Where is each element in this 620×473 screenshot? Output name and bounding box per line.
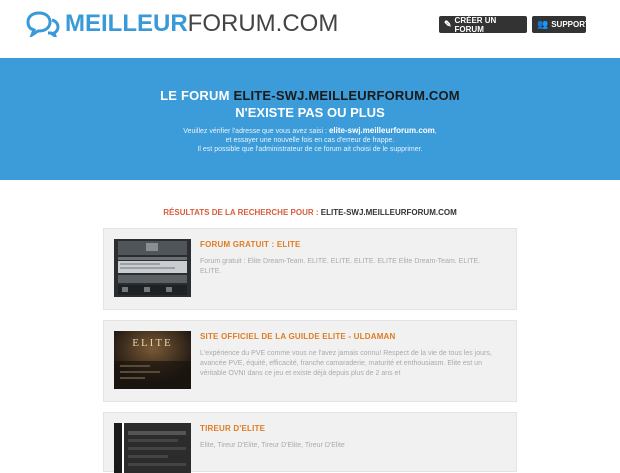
banner-title-prefix: LE FORUM (160, 88, 230, 103)
site-logo-text: MEILLEURFORUM.COM (65, 12, 338, 36)
error-banner: LE FORUM ELITE-SWJ.MEILLEURFORUM.COM N'E… (0, 58, 620, 180)
results-label: RÉSULTATS DE LA RECHERCHE POUR : (163, 208, 319, 217)
support-label: SUPPORT (551, 20, 590, 29)
create-forum-label: CRÉER UN FORUM (454, 15, 497, 34)
banner-message-line1: Veuillez vérifier l'adresse que vous ave… (0, 126, 620, 135)
banner-message-line3: Il est possible que l'administrateur de … (197, 146, 423, 153)
banner-msg-suffix: , (434, 128, 437, 135)
banner-title-line2: N'EXISTE PAS OU PLUS (235, 105, 385, 120)
result-title[interactable]: FORUM GRATUIT : ELITE (200, 240, 301, 249)
result-description: L'expérience du PVE comme vous ne l'avez… (200, 350, 492, 377)
results-query: ELITE-SWJ.MEILLEURFORUM.COM (320, 208, 457, 217)
result-card[interactable]: ELITE SITE OFFICIEL DE LA GUILDE ELITE -… (103, 320, 517, 402)
result-description: Elite, Tireur D'Elite, Tireur D'Elite, T… (200, 442, 345, 449)
results-heading: RÉSULTATS DE LA RECHERCHE POUR : ELITE-S… (0, 208, 620, 217)
site-header: MEILLEURFORUM.COM ✎ CRÉER UN FORUM 👥 SUP… (0, 0, 620, 58)
banner-msg-prefix: Veuillez vérifier l'adresse que vous ave… (183, 128, 328, 135)
logo-part-2: FORUM.COM (187, 10, 339, 37)
banner-msg-domain: elite-swj.meilleurforum.com (328, 126, 435, 135)
result-title[interactable]: SITE OFFICIEL DE LA GUILDE ELITE - ULDAM… (200, 332, 396, 341)
users-icon: 👥 (537, 19, 549, 29)
banner-title: LE FORUM ELITE-SWJ.MEILLEURFORUM.COM (0, 88, 620, 103)
banner-title-domain: ELITE-SWJ.MEILLEURFORUM.COM (233, 88, 460, 103)
speech-bubbles-icon (26, 11, 60, 37)
support-button[interactable]: 👥 SUPPORT (532, 16, 590, 33)
create-forum-button[interactable]: ✎ CRÉER UN FORUM (439, 15, 527, 34)
result-title[interactable]: TIREUR D'ELITE (200, 424, 265, 433)
site-logo[interactable]: MEILLEURFORUM.COM (26, 11, 338, 37)
result-card[interactable]: TIREUR D'ELITE Elite, Tireur D'Elite, Ti… (103, 412, 517, 473)
result-thumbnail[interactable] (114, 239, 191, 297)
banner-message-line2: et essayer une nouvelle fois en cas d'er… (225, 137, 395, 144)
result-thumbnail[interactable]: ELITE (114, 331, 191, 389)
thumbnail-logo-text: ELITE (132, 337, 173, 349)
logo-part-1: MEILLEUR (65, 10, 188, 37)
comment-icon: ✎ (444, 19, 452, 29)
result-description: Forum gratuit : Elite Dream-Team. ELITE.… (200, 258, 481, 275)
result-card[interactable]: FORUM GRATUIT : ELITE Forum gratuit : El… (103, 228, 517, 310)
